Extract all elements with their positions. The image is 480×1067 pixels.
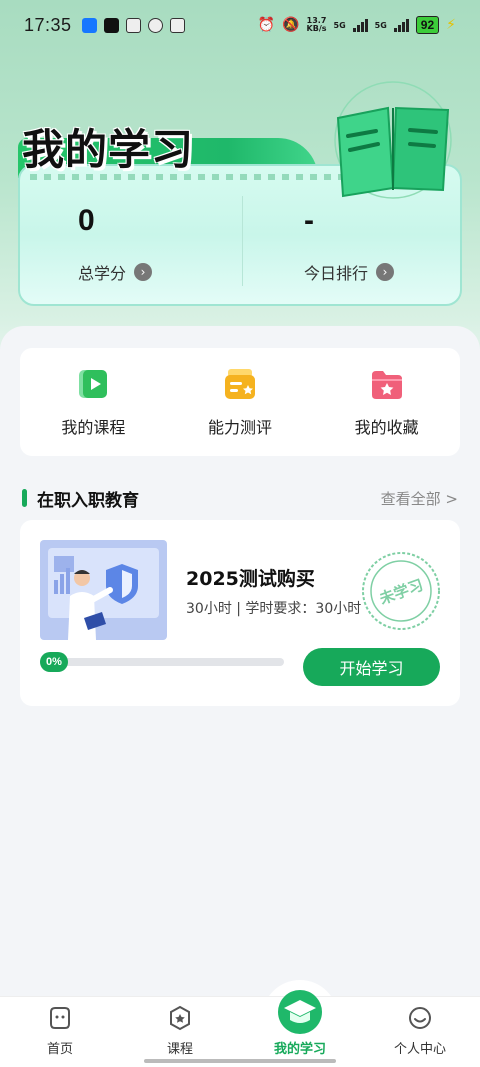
nav-label: 我的学习 [273, 1042, 326, 1057]
section-header: 在职入职教育 查看全部 > [22, 484, 458, 512]
nav-item-courses[interactable]: 课程 [120, 997, 240, 1067]
bottom-nav: 首页 课程 我的学习 个人中心 [0, 996, 480, 1067]
tiktok-icon [103, 17, 119, 33]
total-credits[interactable]: 0 总学分 › [78, 204, 278, 284]
nav-item-profile[interactable]: 个人中心 [360, 997, 480, 1067]
signal-bars-2-icon [393, 18, 409, 32]
page-title: 我的学习 [22, 125, 195, 174]
not-started-stamp: 未学习 [362, 552, 440, 630]
mute-icon: 🔕 [282, 17, 300, 33]
sig2-label: 5G [374, 20, 387, 30]
quick-action-label: 能力测评 [207, 418, 272, 437]
status-app-icons [81, 17, 185, 33]
course-title: 2025测试购买 [186, 568, 315, 590]
quick-action-evaluation[interactable]: 能力测评 [180, 366, 300, 438]
signal-5g-2: 5G [375, 21, 387, 30]
nav-label: 课程 [166, 1042, 193, 1057]
evaluation-icon [224, 369, 255, 399]
quick-action-label: 我的课程 [61, 418, 126, 437]
course-badge-icon [170, 1005, 190, 1031]
nav-label: 首页 [46, 1042, 73, 1057]
status-bar: 17:35 ⏰ 🔕 13.7 KB/s 5G 5G 92 ⚡ [0, 0, 480, 50]
video-play-icon [79, 370, 108, 398]
today-rank-value: - [304, 204, 314, 237]
open-book-icon [334, 81, 452, 199]
progress-badge: 0% [40, 652, 68, 672]
course-card[interactable]: 2025测试购买 30小时 | 学时要求：30小时 未学习 0% 开始学习 [20, 520, 460, 706]
total-credits-label: 总学分 [78, 264, 127, 283]
course-meta: 30小时 | 学时要求：30小时 [186, 601, 362, 617]
home-indicator [144, 1059, 336, 1063]
charging-icon: ⚡ [446, 17, 456, 33]
profile-smile-icon [409, 1007, 431, 1029]
signal-bars-1-icon [352, 18, 368, 32]
today-rank[interactable]: - 今日排行 › [304, 204, 480, 284]
section-title: 在职入职教育 [37, 490, 139, 511]
nav-item-home[interactable]: 首页 [0, 997, 120, 1067]
bird-app-icon [169, 17, 185, 33]
quick-actions: 我的课程 能力测评 我的收藏 [20, 348, 460, 456]
alarm-icon: ⏰ [257, 17, 276, 33]
quick-action-my-courses[interactable]: 我的课程 [33, 366, 153, 438]
sig1-label: 5G [333, 20, 346, 30]
status-indicators: ⏰ 🔕 13.7 KB/s 5G 5G 92 ⚡ [258, 16, 456, 34]
stamp-text: 未学习 [376, 576, 425, 609]
today-rank-label: 今日排行 [304, 264, 369, 283]
net-speed: 13.7 KB/s [307, 17, 327, 33]
view-all-link[interactable]: 查看全部 > [381, 488, 458, 509]
quick-action-favorites[interactable]: 我的收藏 [327, 366, 447, 438]
app-notification-icon [81, 17, 97, 33]
graduation-cap-icon [278, 990, 322, 1034]
cow-app-icon [125, 17, 141, 33]
quick-action-label: 我的收藏 [354, 418, 419, 437]
today-rank-label-row: 今日排行 › [304, 260, 480, 284]
net-speed-unit: KB/s [306, 24, 327, 33]
progress-bar [40, 658, 284, 666]
start-learning-button[interactable]: 开始学习 [303, 648, 440, 686]
course-thumbnail [40, 540, 167, 640]
cat-app-icon [147, 17, 163, 33]
chevron-right-icon: › [134, 263, 153, 281]
section-accent-bar [22, 489, 27, 507]
chevron-right-icon: › [376, 263, 395, 281]
star-folder-icon [371, 371, 402, 399]
status-time: 17:35 [24, 14, 72, 35]
nav-label: 个人中心 [393, 1042, 446, 1057]
total-credits-label-row: 总学分 › [78, 260, 278, 284]
home-face-icon [50, 1007, 70, 1029]
battery-level: 92 [415, 16, 440, 34]
stats-divider [242, 196, 243, 286]
signal-5g-1: 5G [334, 21, 346, 30]
total-credits-value: 0 [78, 204, 95, 237]
